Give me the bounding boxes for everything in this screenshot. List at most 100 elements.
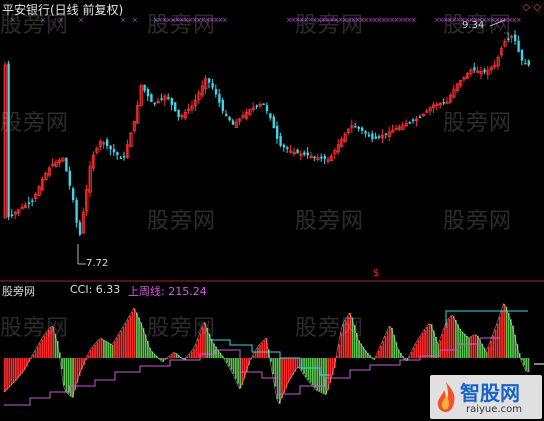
cci-bar (287, 358, 290, 383)
cci-bar (41, 339, 44, 358)
candle-body (65, 157, 68, 172)
candle-body (78, 222, 82, 235)
cci-bar (188, 354, 191, 358)
candle-body (418, 116, 422, 119)
signal-x-mark: × (222, 16, 228, 24)
watermark: 股旁网 (0, 111, 70, 136)
cci-bar (474, 334, 477, 358)
candle-body (520, 49, 524, 61)
cci-bar (138, 317, 140, 358)
cci-bar (488, 346, 490, 358)
cci-bar (127, 319, 129, 358)
logo-text: 智股网 (460, 381, 520, 405)
cci-bar (380, 346, 382, 358)
candle-body (255, 105, 258, 107)
cci-bar (422, 333, 424, 358)
cci-bar (8, 358, 11, 388)
cci-bar (296, 358, 299, 369)
cci-bar (424, 329, 426, 358)
cci-bar (285, 358, 288, 388)
cci-bar (413, 347, 415, 358)
candle-body (214, 89, 218, 95)
cci-bar (378, 351, 380, 358)
cci-bar (21, 358, 24, 373)
cci-bar (428, 323, 431, 358)
cci-bar (111, 344, 114, 358)
cci-bar (279, 358, 281, 404)
watermark: 股旁网 (295, 209, 365, 234)
candle-body (357, 126, 360, 129)
cci-bar (312, 358, 314, 386)
candle-body (31, 200, 34, 203)
candle-body (361, 127, 364, 131)
cci-bar (129, 315, 132, 358)
cci-bar (430, 324, 433, 358)
cci-bar (17, 358, 19, 379)
cci-bar (171, 354, 173, 358)
cci-bar (257, 347, 259, 358)
cci-bar (72, 358, 74, 398)
cci-bar (89, 350, 92, 358)
cci-bar (461, 331, 464, 358)
candle-body (282, 144, 286, 148)
cci-bar (507, 312, 510, 358)
candle-body (116, 152, 119, 156)
watermark: 股旁网 (147, 13, 217, 38)
cci-bar (191, 351, 193, 358)
cci-bar (87, 355, 90, 358)
candle-body (7, 63, 10, 217)
cci-bar (382, 341, 385, 358)
cci-bar (259, 344, 261, 358)
candle-body (272, 116, 275, 129)
watermark: 股旁网 (0, 316, 70, 341)
cci-bar (232, 358, 235, 374)
cci-bar (92, 347, 94, 358)
candle-body (364, 131, 367, 134)
cci-bar (120, 330, 123, 358)
cci-bar (510, 319, 512, 358)
candle-body (153, 102, 156, 105)
candle-body (323, 156, 326, 160)
cci-bar (15, 358, 17, 381)
candle-body (354, 126, 357, 128)
cci-bar (10, 358, 13, 386)
cci-bar (501, 310, 503, 358)
candle-body (167, 97, 170, 99)
candle-body (170, 98, 173, 105)
candle-body (527, 60, 530, 65)
candle-body (384, 133, 388, 135)
cci-bar (133, 308, 136, 358)
candle-body (269, 113, 272, 119)
cci-bar (100, 338, 103, 358)
cci-bar (160, 358, 162, 361)
cci-bar (105, 341, 107, 358)
candle-body (143, 84, 146, 91)
cci-bar (444, 327, 446, 358)
cci-bar (281, 358, 283, 399)
candle-body (231, 120, 235, 125)
cci-bar (466, 336, 468, 358)
cci-bar (65, 358, 68, 392)
candle-body (378, 136, 381, 138)
cci-bar (169, 356, 171, 358)
cci-bar (254, 351, 257, 358)
signal-x-mark: × (516, 16, 522, 24)
cci-bar (193, 348, 195, 358)
watermark: 股旁网 (0, 13, 70, 38)
cci-bar (228, 358, 231, 367)
candle-body (524, 62, 527, 65)
candle-body (123, 155, 126, 158)
candle-body (374, 136, 377, 139)
candle-body (367, 134, 371, 137)
cci-bar (505, 306, 508, 358)
cci-bar (523, 358, 525, 366)
candle-body (68, 170, 71, 186)
cci-bar (375, 355, 378, 358)
cci-bar (96, 342, 99, 358)
candle-body (75, 199, 78, 223)
cci-bar (323, 358, 325, 394)
cci-bar (316, 358, 319, 391)
candle-body (408, 122, 411, 124)
cci-bar (37, 346, 39, 358)
cci-bar (39, 343, 41, 358)
